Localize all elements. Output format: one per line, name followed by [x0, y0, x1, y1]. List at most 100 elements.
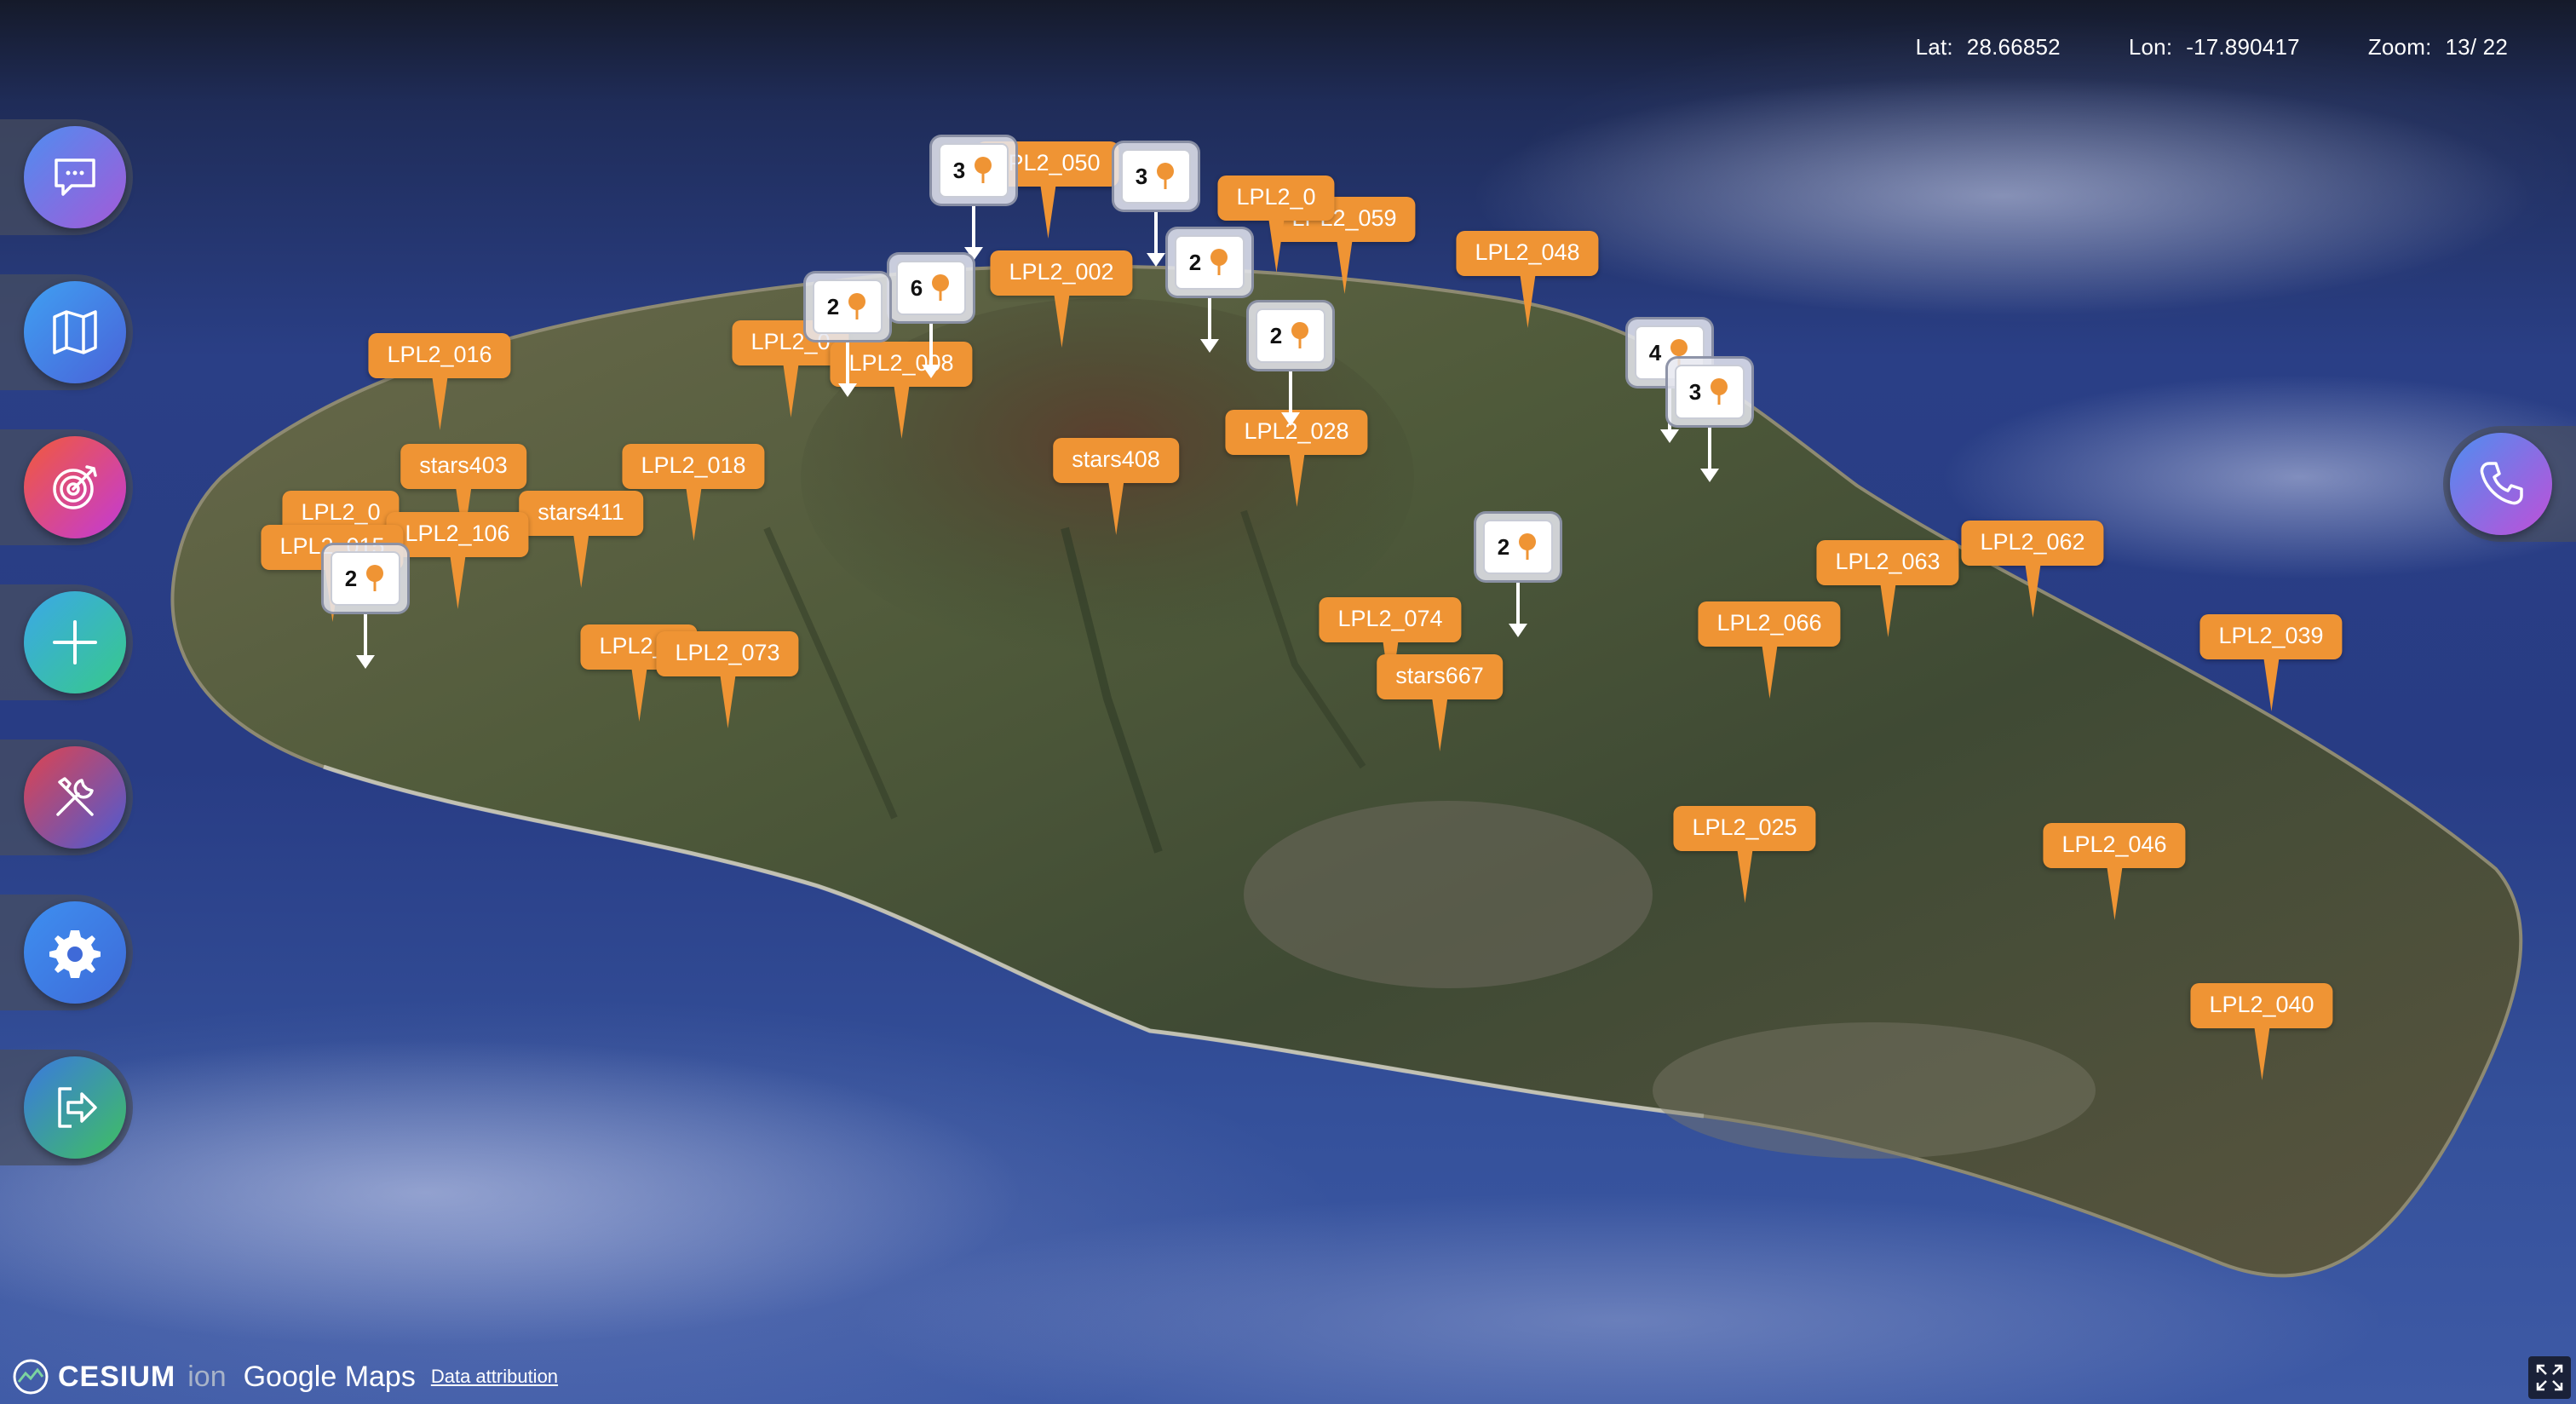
cluster-badge: 3 [1121, 149, 1191, 204]
marker-cluster[interactable]: 2 [803, 271, 892, 397]
cluster-count: 2 [826, 293, 840, 319]
marker-pointer [1040, 186, 1055, 239]
phone-button[interactable] [2450, 433, 2552, 535]
cesium-logo-text: CESIUM [58, 1360, 176, 1393]
marker-cluster[interactable]: 2 [1165, 227, 1254, 353]
data-attribution-link[interactable]: Data attribution [431, 1366, 558, 1388]
map-marker[interactable]: LPL2_039 [2199, 614, 2343, 711]
marker-label: LPL2_016 [368, 333, 511, 378]
cluster-count: 3 [952, 157, 966, 183]
marker-cluster[interactable]: 3 [929, 135, 1018, 261]
map-marker[interactable]: stars408 [1053, 438, 1179, 535]
sidebar-slot-map [0, 274, 133, 390]
marker-label: LPL2_025 [1673, 806, 1816, 851]
cluster-badge: 3 [939, 143, 1009, 198]
marker-pointer [2025, 565, 2040, 618]
settings-button[interactable] [24, 901, 126, 1004]
map-marker[interactable]: LPL2_002 [990, 250, 1133, 348]
marker-cluster[interactable]: 2 [1474, 511, 1562, 637]
tools-button[interactable] [24, 746, 126, 849]
map-marker[interactable]: stars667 [1377, 654, 1503, 751]
tools-icon [56, 777, 94, 816]
marker-label: LPL2_0 [1217, 176, 1335, 221]
marker-label: LPL2_062 [1961, 521, 2104, 566]
marker-pointer [1054, 295, 1069, 348]
target-icon [53, 465, 97, 509]
marker-cluster[interactable]: 2 [1246, 300, 1335, 426]
logout-icon [58, 1087, 97, 1128]
marker-label: stars667 [1377, 654, 1503, 699]
marker-pointer [1432, 699, 1447, 751]
marker-label: LPL2_039 [2199, 614, 2343, 659]
map-marker[interactable]: LPL2_018 [622, 444, 765, 541]
map-marker[interactable]: LPL2_046 [2043, 823, 2186, 920]
marker-pointer [1108, 482, 1124, 535]
sidebar-slot-settings [0, 895, 133, 1010]
fullscreen-button[interactable] [2528, 1356, 2571, 1399]
marker-cluster[interactable]: 2 [321, 543, 410, 669]
map-marker[interactable]: LPL2_062 [1961, 521, 2104, 618]
map-marker[interactable]: LPL2_025 [1673, 806, 1816, 903]
marker-pointer [894, 386, 909, 439]
phone-slot [2443, 426, 2576, 542]
marker-label: LPL2_073 [656, 631, 799, 676]
marker-pointer [1289, 454, 1304, 507]
ion-logo-text: ion [187, 1360, 227, 1393]
marker-label: LPL2_048 [1456, 231, 1599, 276]
marker-pointer [2107, 867, 2122, 920]
cluster-count: 2 [344, 565, 358, 591]
marker-pointer [631, 669, 647, 722]
cluster-frame: 2 [1474, 511, 1562, 583]
add-button[interactable] [24, 591, 126, 693]
marker-label: LPL2_046 [2043, 823, 2186, 868]
marker-pointer [1880, 584, 1895, 637]
pin-icon [1210, 249, 1228, 275]
map-button[interactable] [24, 281, 126, 383]
pin-icon [1157, 163, 1175, 189]
target-button[interactable] [24, 436, 126, 538]
pin-icon [366, 565, 384, 591]
cluster-frame: 3 [1112, 141, 1200, 212]
map-marker[interactable]: LPL2_048 [1456, 231, 1599, 328]
sidebar-slot-tools [0, 739, 133, 855]
cluster-frame: 2 [803, 271, 892, 342]
cluster-arrow [1700, 428, 1719, 482]
cluster-frame: 2 [321, 543, 410, 614]
longitude-readout: Lon: -17.890417 [2128, 34, 2300, 60]
pin-icon [932, 274, 950, 301]
marker-cluster[interactable]: 6 [887, 252, 975, 378]
cluster-badge: 2 [1483, 520, 1553, 574]
gear-icon [49, 930, 101, 978]
cesium-logo-icon [13, 1359, 49, 1395]
cluster-arrow [1281, 371, 1300, 426]
map-marker[interactable]: LPL2_016 [368, 333, 511, 430]
chat-button[interactable] [24, 126, 126, 228]
marker-label: stars411 [519, 491, 643, 536]
sidebar-slot-add [0, 584, 133, 700]
cluster-arrow [838, 342, 857, 397]
zoom-readout: Zoom: 13/ 22 [2367, 34, 2508, 60]
cluster-arrow [1509, 583, 1527, 637]
map-marker[interactable]: stars411 [519, 491, 643, 588]
cluster-count: 4 [1648, 339, 1662, 365]
cluster-arrow [922, 324, 940, 378]
cluster-badge: 2 [813, 279, 883, 334]
phone-icon [2480, 462, 2523, 505]
logout-button[interactable] [24, 1056, 126, 1159]
pin-icon [1711, 378, 1728, 405]
marker-pointer [1762, 646, 1777, 699]
cluster-frame: 2 [1165, 227, 1254, 298]
marker-label: LPL2_018 [622, 444, 765, 489]
marker-pointer [1268, 220, 1284, 273]
cluster-badge: 6 [896, 261, 966, 315]
cluster-count: 6 [910, 274, 923, 301]
map-marker[interactable]: LPL2_040 [2190, 983, 2333, 1080]
sidebar-slot-logout [0, 1050, 133, 1165]
map-marker[interactable]: LPL2_073 [656, 631, 799, 728]
cluster-frame: 3 [929, 135, 1018, 206]
map-marker[interactable]: LPL2_066 [1698, 601, 1841, 699]
marker-pointer [573, 535, 589, 588]
cluster-count: 2 [1269, 322, 1283, 348]
marker-cluster[interactable]: 3 [1665, 356, 1754, 482]
map-credits: CESIUM ion Google Maps Data attribution [12, 1358, 558, 1395]
